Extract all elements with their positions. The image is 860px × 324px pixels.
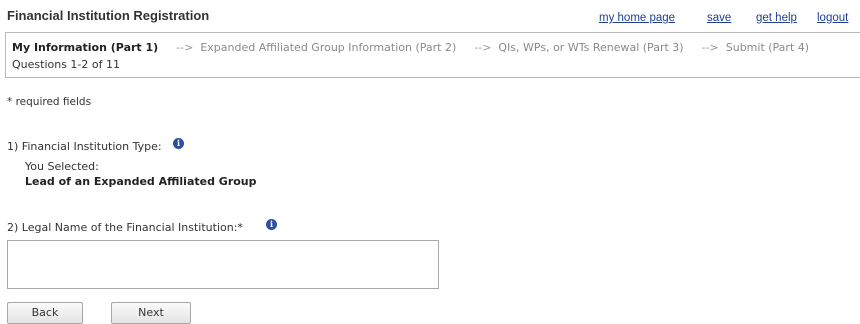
back-button[interactable]: Back	[7, 302, 83, 324]
logout-link[interactable]: logout	[817, 12, 848, 24]
step-part-2: Expanded Affiliated Group Information (P…	[200, 41, 457, 54]
selected-value: Lead of an Expanded Affiliated Group	[25, 175, 257, 188]
my-home-page-link[interactable]: my home page	[599, 12, 675, 24]
legal-name-input[interactable]	[7, 240, 439, 289]
step-part-3: QIs, WPs, or WTs Renewal (Part 3)	[498, 41, 684, 54]
step-part-1: My Information (Part 1)	[12, 41, 159, 54]
step-arrow: -->	[474, 41, 492, 54]
page-title: Financial Institution Registration	[7, 8, 210, 23]
question-count: Questions 1-2 of 11	[12, 58, 120, 71]
selected-label: You Selected:	[25, 160, 99, 173]
next-button[interactable]: Next	[111, 302, 191, 324]
progress-steps-box	[5, 32, 860, 78]
question-2-label: 2) Legal Name of the Financial Instituti…	[7, 221, 243, 234]
get-help-link[interactable]: get help	[756, 12, 797, 24]
info-icon[interactable]: i	[266, 219, 277, 230]
step-part-4: Submit (Part 4)	[725, 41, 810, 54]
info-icon[interactable]: i	[173, 138, 184, 149]
save-link[interactable]: save	[707, 12, 731, 24]
progress-steps: My Information (Part 1) --> Expanded Affil…	[12, 41, 815, 54]
question-1-label: 1) Financial Institution Type:	[7, 140, 162, 153]
step-arrow: -->	[701, 41, 719, 54]
required-fields-note: * required fields	[7, 96, 92, 108]
step-arrow: -->	[176, 41, 194, 54]
